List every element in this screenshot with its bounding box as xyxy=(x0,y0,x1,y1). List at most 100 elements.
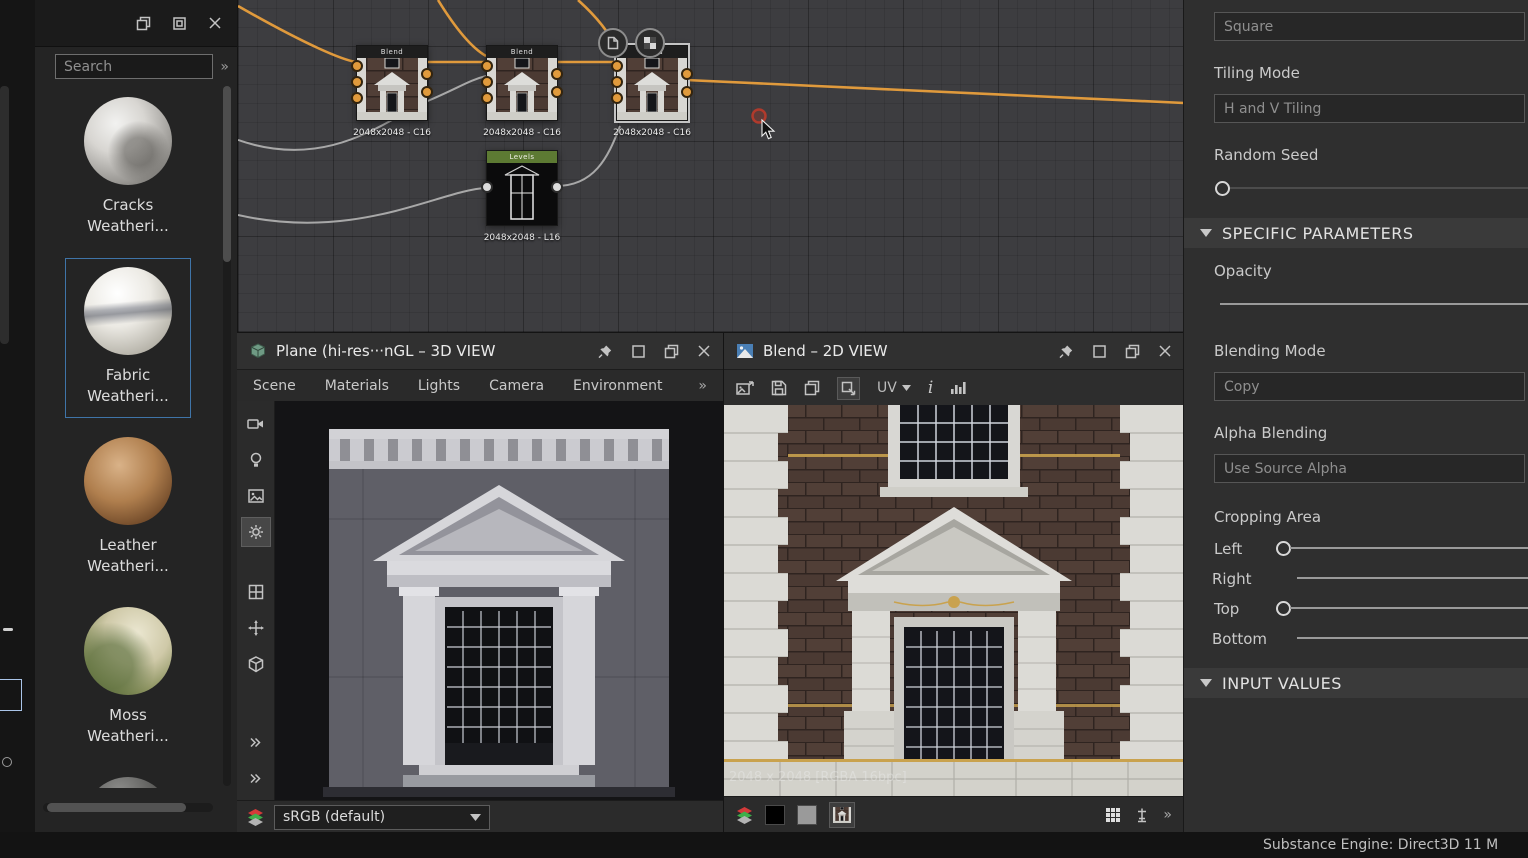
uv-grid-icon[interactable] xyxy=(241,577,271,607)
crop-right-slider-track[interactable] xyxy=(1297,577,1528,579)
node-caption: 2048x2048 - L16 xyxy=(461,233,583,243)
library-item-partial[interactable] xyxy=(65,768,191,788)
fit-view-icon[interactable] xyxy=(1135,807,1149,823)
float-window-icon[interactable] xyxy=(631,344,646,359)
input-port[interactable] xyxy=(351,92,363,104)
graph-node-levels[interactable]: Levels 2048x2048 - L16 xyxy=(486,150,558,226)
input-port[interactable] xyxy=(611,92,623,104)
crop-top-slider-track[interactable] xyxy=(1290,607,1528,609)
transform-axes-icon[interactable] xyxy=(241,613,271,643)
node-alpha-toggle[interactable] xyxy=(635,28,665,58)
node-graph-panel[interactable]: Blend 2048x2048 - C16 Blend 2048x2048 - … xyxy=(237,0,1184,332)
output-port[interactable] xyxy=(421,86,433,98)
texture-2d-canvas[interactable]: 2048 x 2048 [RGBA 16bpc] xyxy=(724,405,1184,797)
tab-scene[interactable]: Scene xyxy=(253,378,296,394)
close-icon[interactable] xyxy=(697,344,711,358)
section-input-values[interactable]: INPUT VALUES xyxy=(1184,668,1528,698)
random-seed-slider-track[interactable] xyxy=(1222,187,1528,189)
input-port[interactable] xyxy=(481,76,493,88)
input-port[interactable] xyxy=(611,60,623,72)
close-icon[interactable] xyxy=(1158,344,1172,358)
tab-lights[interactable]: Lights xyxy=(418,378,460,394)
input-port[interactable] xyxy=(611,76,623,88)
identifier-field[interactable]: Square xyxy=(1214,12,1525,41)
input-port[interactable] xyxy=(481,60,493,72)
collapse-chevron-icon[interactable] xyxy=(241,763,271,793)
crop-left-slider-track[interactable] xyxy=(1290,547,1528,549)
crop-top-slider-knob[interactable] xyxy=(1276,601,1291,616)
histogram-icon[interactable] xyxy=(950,381,967,395)
float-window-icon[interactable] xyxy=(1092,344,1107,359)
output-port[interactable] xyxy=(681,68,693,80)
output-port[interactable] xyxy=(551,68,563,80)
info-icon[interactable]: i xyxy=(928,378,933,398)
random-seed-slider-knob[interactable] xyxy=(1215,181,1230,196)
graph-node-blend-1[interactable]: Blend 2048x2048 - C16 xyxy=(356,45,428,121)
input-port[interactable] xyxy=(481,92,493,104)
output-port[interactable] xyxy=(421,68,433,80)
lightbulb-icon[interactable] xyxy=(241,445,271,475)
render-3d-viewport[interactable] xyxy=(275,401,723,801)
node-export-toggle[interactable] xyxy=(598,28,628,58)
dock-selected-item[interactable] xyxy=(0,679,22,711)
scrollbar-thumb[interactable] xyxy=(223,86,231,262)
color-layers-icon[interactable] xyxy=(247,808,264,826)
section-specific-parameters[interactable]: SPECIFIC PARAMETERS xyxy=(1184,218,1528,248)
alpha-blending-field[interactable]: Use Source Alpha xyxy=(1214,454,1525,483)
crop-bottom-slider-track[interactable] xyxy=(1297,637,1528,639)
search-more-button[interactable]: » xyxy=(220,59,229,75)
library-vertical-scrollbar[interactable] xyxy=(223,86,231,786)
cube-icon[interactable] xyxy=(241,649,271,679)
material-sphere-thumbnail xyxy=(84,437,172,525)
camera-icon[interactable] xyxy=(241,409,271,439)
environment-image-icon[interactable] xyxy=(241,481,271,511)
colorspace-value: sRGB (default) xyxy=(283,809,464,825)
colorspace-dropdown[interactable]: sRGB (default) xyxy=(274,805,490,830)
crop-left-slider-knob[interactable] xyxy=(1276,541,1291,556)
maximize-panel-icon[interactable] xyxy=(664,344,679,359)
pin-icon[interactable] xyxy=(1059,344,1074,359)
tab-materials[interactable]: Materials xyxy=(325,378,389,394)
output-port[interactable] xyxy=(681,86,693,98)
output-port[interactable] xyxy=(551,86,563,98)
restore-window-icon[interactable] xyxy=(135,15,151,31)
collapse-chevron-icon[interactable] xyxy=(241,727,271,757)
search-input[interactable] xyxy=(55,54,213,79)
tab-environment[interactable]: Environment xyxy=(573,378,662,394)
maximize-panel-icon[interactable] xyxy=(1125,344,1140,359)
tab-camera[interactable]: Camera xyxy=(489,378,544,394)
color-layers-icon[interactable] xyxy=(736,806,753,824)
background-black-swatch[interactable] xyxy=(765,805,785,825)
material-label: Leather Weatheri... xyxy=(68,535,188,577)
tiling-grid-icon[interactable] xyxy=(1105,807,1121,823)
library-item-moss[interactable]: Moss Weatheri... xyxy=(65,598,191,758)
opacity-slider-track[interactable] xyxy=(1220,303,1528,305)
input-port[interactable] xyxy=(481,181,493,193)
output-port[interactable] xyxy=(551,181,563,193)
library-item-cracks[interactable]: Cracks Weatheri... xyxy=(65,88,191,248)
image-preview-button[interactable] xyxy=(829,802,855,828)
graph-node-blend-2[interactable]: Blend 2048x2048 - C16 xyxy=(486,45,558,121)
transform-tool-button[interactable] xyxy=(837,377,860,400)
maximize-window-icon[interactable] xyxy=(171,15,187,31)
background-gray-swatch[interactable] xyxy=(797,805,817,825)
copy-icon[interactable] xyxy=(804,380,820,396)
scrollbar-thumb[interactable] xyxy=(47,803,186,812)
tabs-overflow-button[interactable]: » xyxy=(698,378,707,394)
settings-gear-icon[interactable] xyxy=(241,517,271,547)
close-icon[interactable] xyxy=(207,15,223,31)
input-port[interactable] xyxy=(351,60,363,72)
library-item-leather[interactable]: Leather Weatheri... xyxy=(65,428,191,588)
blending-mode-field[interactable]: Copy xyxy=(1214,372,1525,401)
toolbar-overflow-button[interactable]: » xyxy=(1163,807,1172,823)
export-image-icon[interactable] xyxy=(736,381,754,396)
left-dock-panel-edge[interactable] xyxy=(0,86,9,344)
input-port[interactable] xyxy=(351,76,363,88)
uv-mode-dropdown[interactable]: UV xyxy=(877,380,911,396)
node-thumbnail xyxy=(617,58,687,120)
pin-icon[interactable] xyxy=(598,344,613,359)
library-item-fabric[interactable]: Fabric Weatheri... xyxy=(65,258,191,418)
library-horizontal-scrollbar[interactable] xyxy=(43,803,213,812)
save-icon[interactable] xyxy=(771,380,787,396)
tiling-mode-field[interactable]: H and V Tiling xyxy=(1214,94,1525,123)
